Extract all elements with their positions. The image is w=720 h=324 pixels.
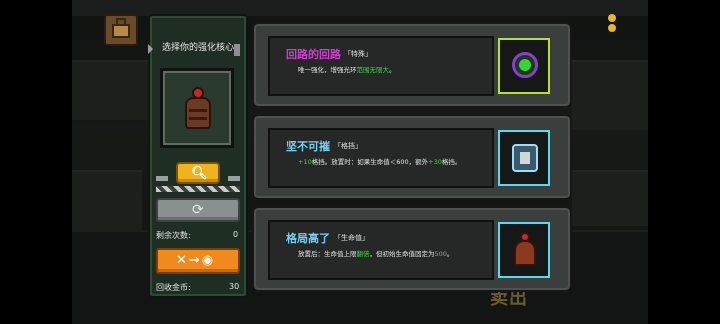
card-text-area: 格局高了 「生命值」 放置后：生命值上限翻倍，但初始生命值固定为500。 (268, 220, 494, 280)
remaining-value: 0 (233, 230, 239, 239)
reroll-button[interactable]: ⟳ (156, 198, 240, 222)
recycle-value: 30 (229, 282, 240, 291)
recycle-label: 回收金币: (156, 283, 191, 292)
magnifier-icon: 🔍︎ (191, 166, 208, 181)
card-description: 放置后：生命值上限翻倍，但初始生命值固定为500。 (298, 250, 454, 258)
panel-title: 选择你的强化核心 (161, 43, 234, 53)
arrow-right-icon (234, 44, 240, 56)
card-tag: 「特殊」 (344, 50, 372, 58)
inspect-button[interactable]: 🔍︎ (176, 162, 220, 184)
coin-indicator-icon (606, 12, 618, 40)
refresh-icon: ⟳ (192, 202, 204, 218)
backpack-strap (112, 24, 130, 38)
core-option-card-2[interactable]: 坚不可摧 「格挡」 +10格挡。放置时：如果生命值＜600，额外+30格挡。 (252, 114, 572, 200)
card-name: 回路的回路 (286, 48, 341, 61)
card-thumbnail (498, 130, 550, 186)
card-description: +10格挡。放置时：如果生命值＜600，额外+30格挡。 (298, 158, 462, 166)
backpack-icon[interactable] (104, 14, 138, 46)
arrow-left-icon (148, 44, 153, 54)
card-thumbnail (498, 222, 550, 278)
divider-tick-left (156, 176, 168, 181)
core-option-card-1[interactable]: 回路的回路 「特殊」 唯一强化，增强光环范围无限大。 (252, 22, 572, 108)
card-description: 唯一强化，增强光环范围无限大。 (298, 66, 396, 74)
remaining-label: 剩余次数: (156, 231, 191, 240)
recycle-arrow-icon: ✕→◉ (176, 253, 216, 268)
card-name: 格局高了 (286, 232, 330, 245)
card-thumbnail (498, 38, 550, 94)
shield-tile-icon (512, 144, 538, 172)
core-creature-icon (181, 87, 215, 131)
core-option-card-3[interactable]: 格局高了 「生命值」 放置后：生命值上限翻倍，但初始生命值固定为500。 (252, 206, 572, 292)
card-text-area: 坚不可摧 「格挡」 +10格挡。放置时：如果生命值＜600，额外+30格挡。 (268, 128, 494, 188)
letterbox-left (0, 0, 72, 324)
hazard-stripe-divider (156, 186, 240, 192)
card-text-area: 回路的回路 「特殊」 唯一强化，增强光环范围无限大。 (268, 36, 494, 96)
card-tag: 「格挡」 (334, 142, 362, 150)
recycle-button[interactable]: ✕→◉ (156, 248, 240, 274)
green-orb-icon (512, 52, 538, 78)
divider-tick-right (228, 176, 240, 181)
letterbox-right (648, 0, 720, 324)
selected-core-slot[interactable] (160, 68, 234, 148)
caped-figure-icon (512, 232, 538, 270)
card-tag: 「生命值」 (334, 234, 369, 242)
card-name: 坚不可摧 (286, 140, 330, 153)
